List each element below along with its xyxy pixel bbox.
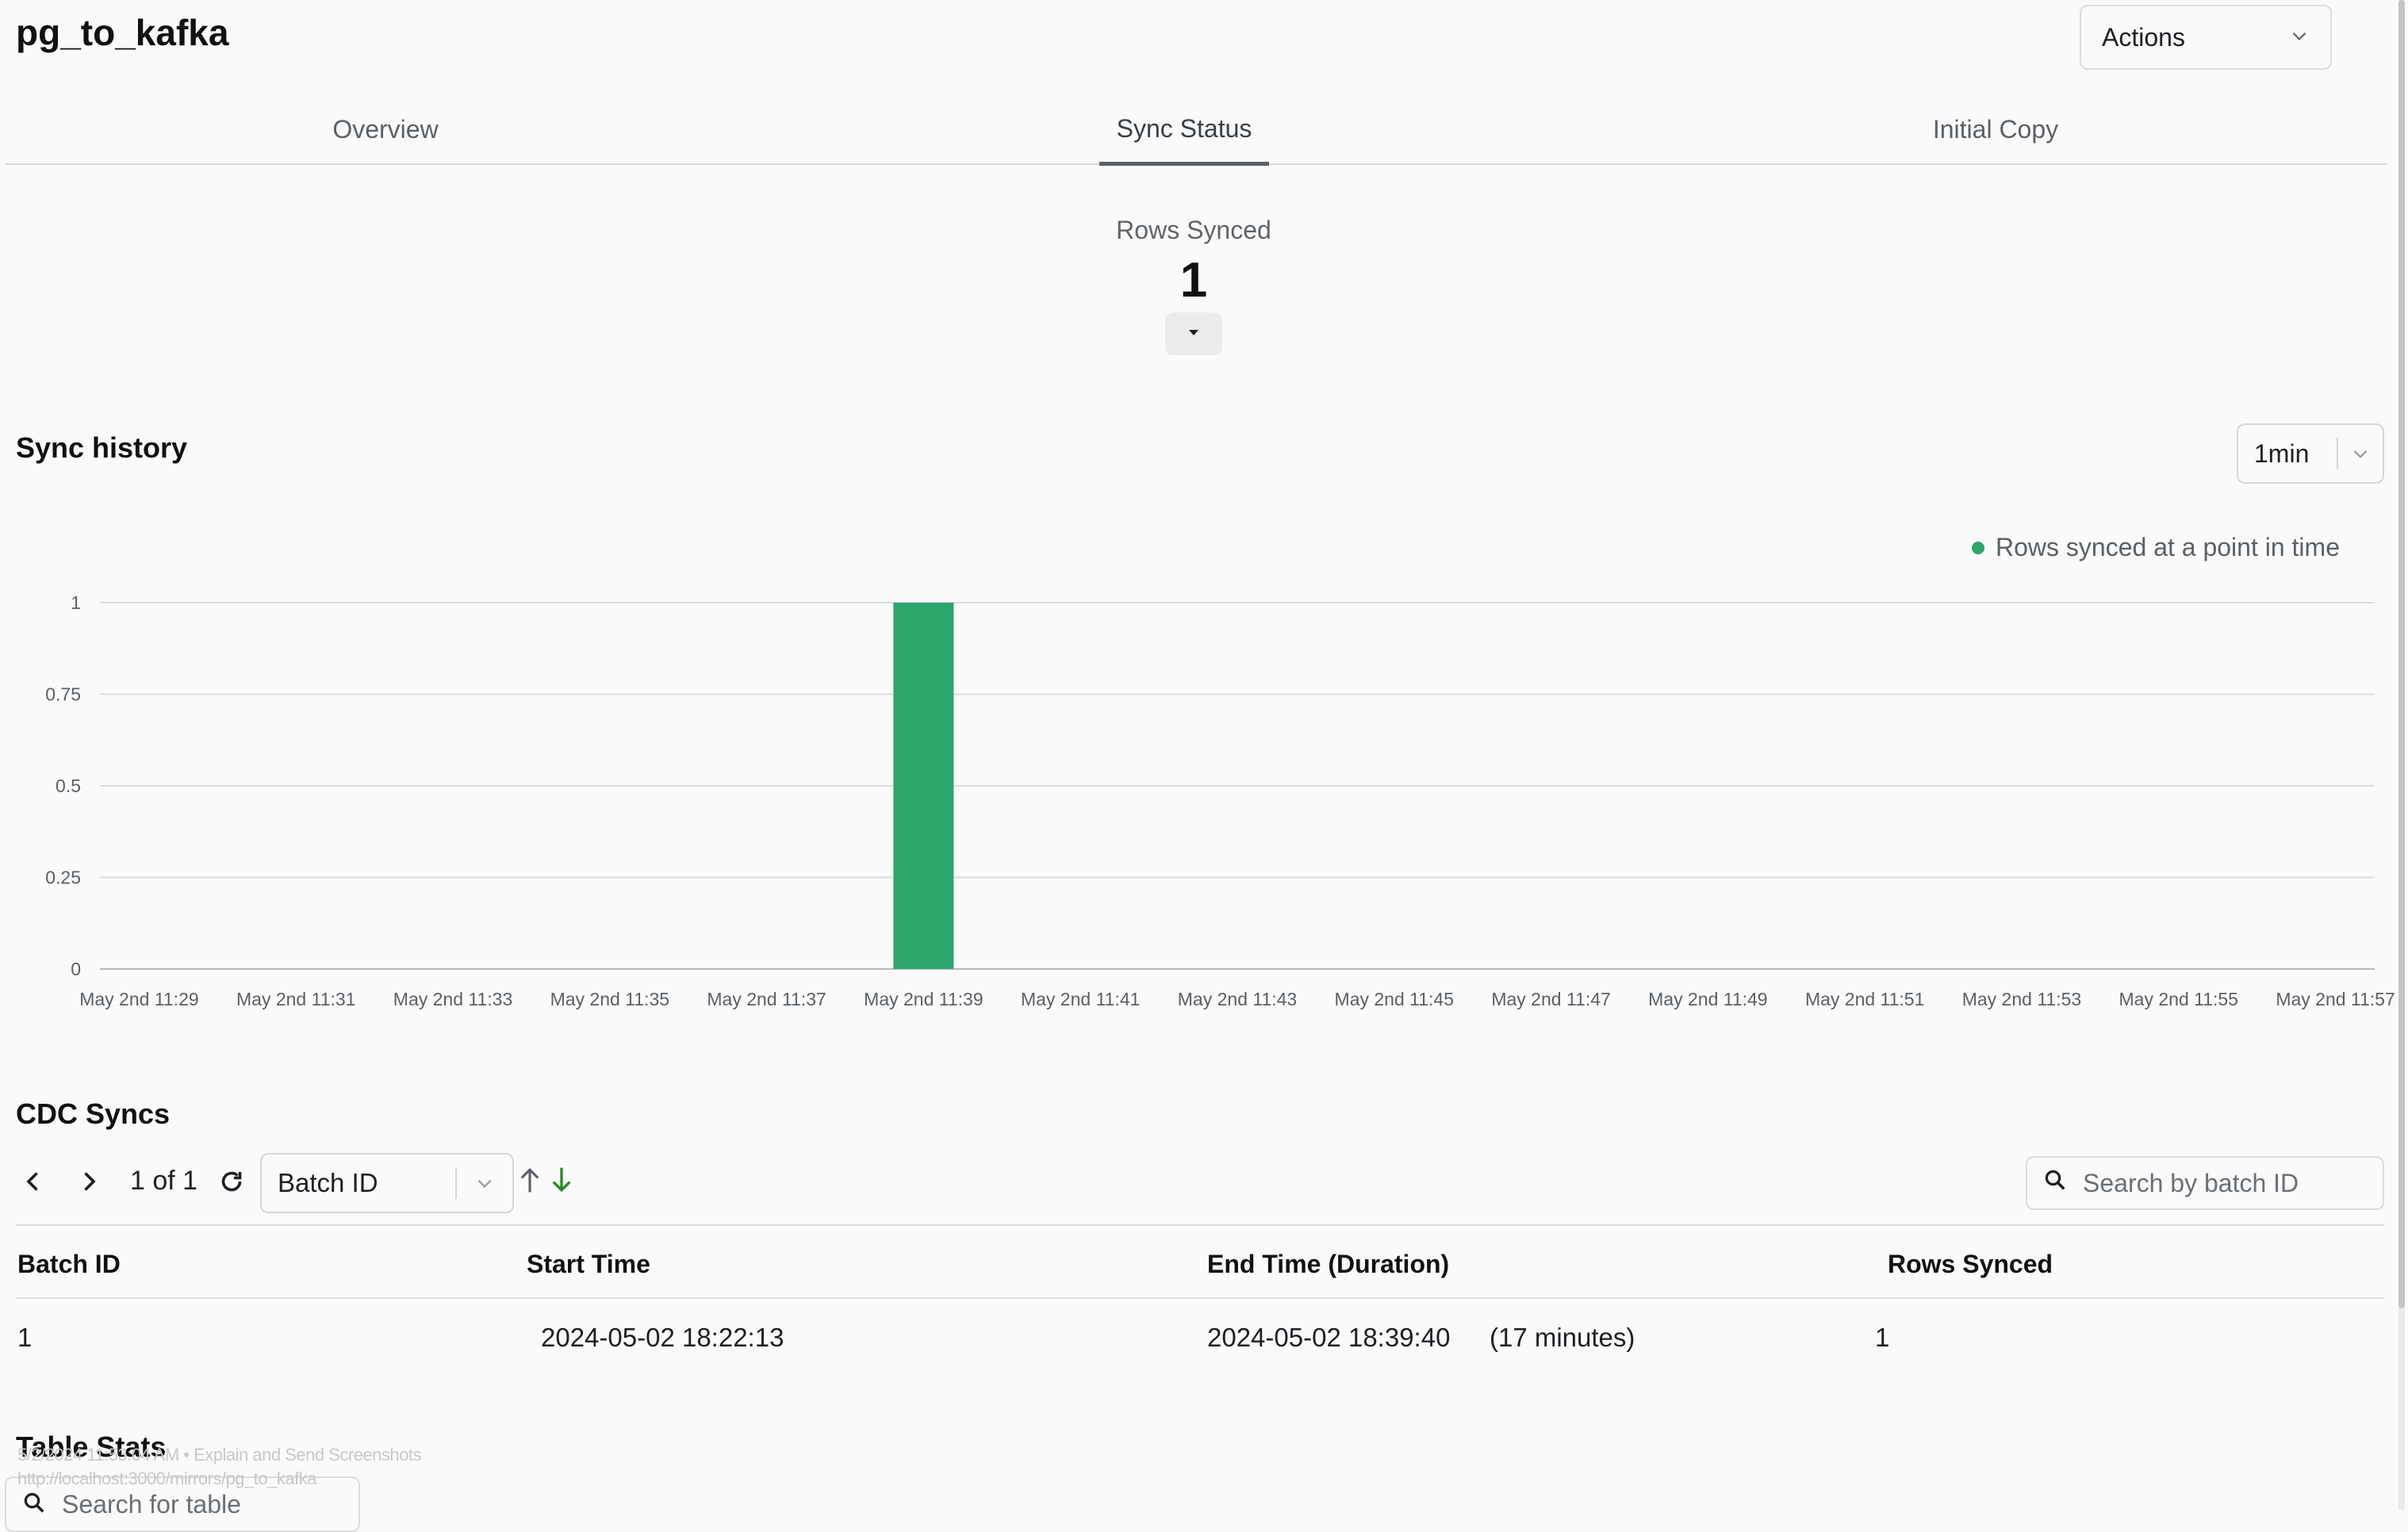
expand-stats-button[interactable] [1165, 312, 1222, 355]
x-tick-label: May 2nd 11:49 [1648, 989, 1767, 1009]
y-tick-label: 0.75 [45, 684, 81, 705]
cell-duration: (17 minutes) [1490, 1323, 1635, 1352]
cell-start-time: 2024-05-02 18:22:13 [541, 1323, 784, 1352]
caret-down-icon [1186, 327, 1202, 342]
table-divider [16, 1224, 2384, 1226]
chevron-down-icon [2289, 23, 2310, 52]
sort-field-value: Batch ID [278, 1168, 378, 1197]
x-tick-label: May 2nd 11:35 [550, 989, 669, 1009]
next-page-button[interactable] [75, 1167, 103, 1200]
arrow-down-icon [549, 1167, 574, 1197]
screenshot-overlay-url: http://localhost:3000/mirrors/pg_to_kafk… [17, 1469, 316, 1488]
y-tick-label: 0 [71, 959, 81, 979]
chevron-left-icon [19, 1172, 48, 1199]
x-tick-label: May 2nd 11:55 [2119, 989, 2238, 1009]
rows-synced-value: 1 [1179, 253, 1208, 308]
sync-history-chart: 0 0.25 0.5 0.75 1 May 2nd 11:29 May 2nd 11:31 M… [45, 592, 2395, 1009]
column-header-end-time[interactable]: End Time (Duration) [1207, 1250, 1449, 1279]
sync-history-title: Sync history [16, 431, 188, 464]
search-icon [22, 1491, 46, 1519]
batch-search-field[interactable] [2026, 1156, 2384, 1210]
sort-descending-button[interactable] [549, 1166, 574, 1198]
x-tick-label: May 2nd 11:47 [1491, 989, 1610, 1009]
x-tick-label: May 2nd 11:37 [707, 989, 826, 1009]
tab-overview[interactable]: Overview [266, 95, 504, 163]
refresh-button[interactable] [217, 1167, 246, 1200]
x-tick-label: May 2nd 11:31 [236, 989, 355, 1009]
batch-search-input[interactable] [2081, 1167, 2354, 1199]
scrollbar-thumb[interactable] [2398, 0, 2405, 1308]
sort-field-select[interactable]: Batch ID [260, 1153, 514, 1213]
tab-label: Overview [332, 114, 439, 144]
rows-synced-label: Rows Synced [1116, 216, 1271, 244]
table-header-divider [16, 1297, 2384, 1299]
x-tick-label: May 2nd 11:29 [79, 989, 198, 1009]
x-tick-label: May 2nd 11:57 [2276, 989, 2395, 1009]
cell-rows-synced: 1 [1875, 1323, 1890, 1352]
tab-bar: Overview Sync Status Initial Copy [5, 95, 2387, 166]
chevron-down-icon [2338, 443, 2383, 464]
chevron-down-icon [457, 1173, 512, 1193]
table-search-input[interactable] [60, 1488, 333, 1520]
x-tick-label: May 2nd 11:39 [864, 989, 983, 1009]
tab-label: Initial Copy [1932, 114, 2059, 144]
interval-value: 1min [2254, 439, 2310, 468]
y-tick-label: 1 [71, 592, 81, 613]
refresh-icon [217, 1171, 246, 1199]
actions-dropdown-button[interactable]: Actions [2080, 5, 2332, 70]
cell-batch-id: 1 [17, 1323, 33, 1352]
page-title: pg_to_kafka [16, 12, 229, 53]
interval-select[interactable]: 1min [2237, 423, 2384, 484]
search-icon [2043, 1168, 2067, 1198]
y-tick-label: 0.5 [56, 776, 81, 796]
cell-end-time: 2024-05-02 18:39:40 [1207, 1323, 1451, 1352]
column-header-rows-synced[interactable]: Rows Synced [1888, 1250, 2053, 1279]
legend-dot-icon [1972, 541, 1984, 554]
arrow-up-icon [517, 1167, 543, 1197]
page-indicator: 1 of 1 [130, 1166, 198, 1196]
x-tick-label: May 2nd 11:41 [1021, 989, 1140, 1009]
x-tick-label: May 2nd 11:53 [1962, 989, 2081, 1009]
chevron-right-icon [75, 1172, 103, 1199]
column-header-batch-id[interactable]: Batch ID [17, 1250, 121, 1279]
screenshot-overlay-caption: 5/2/2024 11:53:04 AM • Explain and Send … [17, 1445, 421, 1465]
bar[interactable] [893, 603, 954, 969]
prev-page-button[interactable] [19, 1167, 48, 1200]
x-tick-label: May 2nd 11:43 [1178, 989, 1297, 1009]
sort-ascending-button[interactable] [517, 1166, 543, 1198]
actions-label: Actions [2102, 22, 2185, 52]
x-tick-label: May 2nd 11:33 [393, 989, 512, 1009]
x-tick-label: May 2nd 11:45 [1335, 989, 1454, 1009]
column-header-start-time[interactable]: Start Time [527, 1250, 650, 1279]
x-tick-label: May 2nd 11:51 [1805, 989, 1924, 1009]
cdc-syncs-title: CDC Syncs [16, 1097, 171, 1130]
tab-initial-copy[interactable]: Initial Copy [1892, 95, 2099, 163]
tab-label: Sync Status [1116, 113, 1252, 143]
tab-sync-status[interactable]: Sync Status [1099, 95, 1269, 166]
y-tick-label: 0.25 [45, 867, 81, 888]
